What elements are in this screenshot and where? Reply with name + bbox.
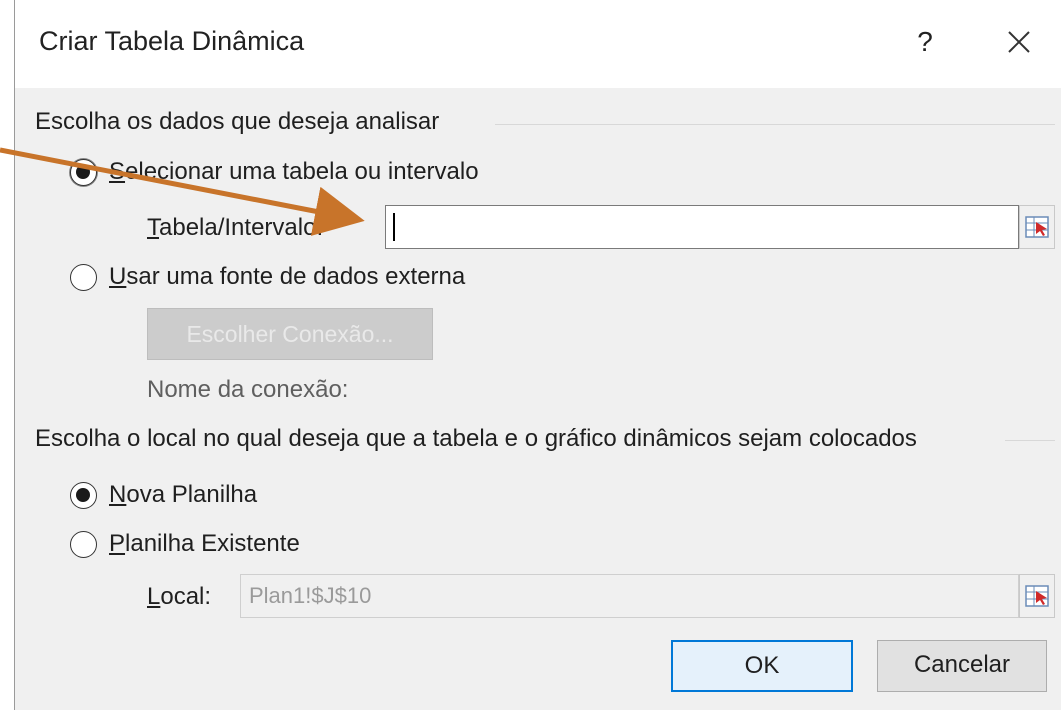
create-pivot-table-dialog: Criar Tabela Dinâmica ? Escolha os dados… bbox=[14, 0, 1061, 710]
title-bar: Criar Tabela Dinâmica ? bbox=[15, 0, 1061, 88]
close-button[interactable] bbox=[997, 20, 1041, 64]
close-icon bbox=[1008, 31, 1030, 53]
existing-worksheet-label[interactable]: Planilha Existente bbox=[109, 530, 300, 558]
table-range-selector-button[interactable] bbox=[1019, 205, 1055, 249]
select-table-label[interactable]: Selecionar uma tabela ou intervalo bbox=[109, 158, 479, 186]
location-input[interactable] bbox=[240, 574, 1019, 618]
data-group-label: Escolha os dados que deseja analisar bbox=[35, 108, 450, 136]
select-table-radio[interactable] bbox=[70, 159, 97, 186]
table-range-label: Tabela/Intervalo: bbox=[147, 214, 324, 241]
range-selector-icon bbox=[1025, 216, 1049, 238]
table-range-input[interactable] bbox=[385, 205, 1019, 249]
new-worksheet-label[interactable]: Nova Planilha bbox=[109, 481, 257, 509]
choose-connection-button[interactable]: Escolher Conexão... bbox=[147, 308, 433, 360]
location-selector-button[interactable] bbox=[1019, 574, 1055, 618]
cancel-button[interactable]: Cancelar bbox=[877, 640, 1047, 692]
location-group-line bbox=[1005, 440, 1055, 441]
external-source-label[interactable]: Usar uma fonte de dados externa bbox=[109, 263, 465, 291]
range-selector-icon bbox=[1025, 585, 1049, 607]
help-button[interactable]: ? bbox=[903, 20, 947, 64]
dialog-title: Criar Tabela Dinâmica bbox=[39, 26, 305, 56]
data-group-line bbox=[495, 124, 1055, 125]
connection-name-label: Nome da conexão: bbox=[147, 376, 349, 403]
existing-worksheet-radio[interactable] bbox=[70, 531, 97, 558]
new-worksheet-radio[interactable] bbox=[70, 482, 97, 509]
external-source-radio[interactable] bbox=[70, 264, 97, 291]
location-group-label: Escolha o local no qual deseja que a tab… bbox=[35, 425, 927, 453]
location-label: Local: bbox=[147, 583, 212, 610]
ok-button[interactable]: OK bbox=[671, 640, 853, 692]
text-caret bbox=[393, 213, 395, 241]
